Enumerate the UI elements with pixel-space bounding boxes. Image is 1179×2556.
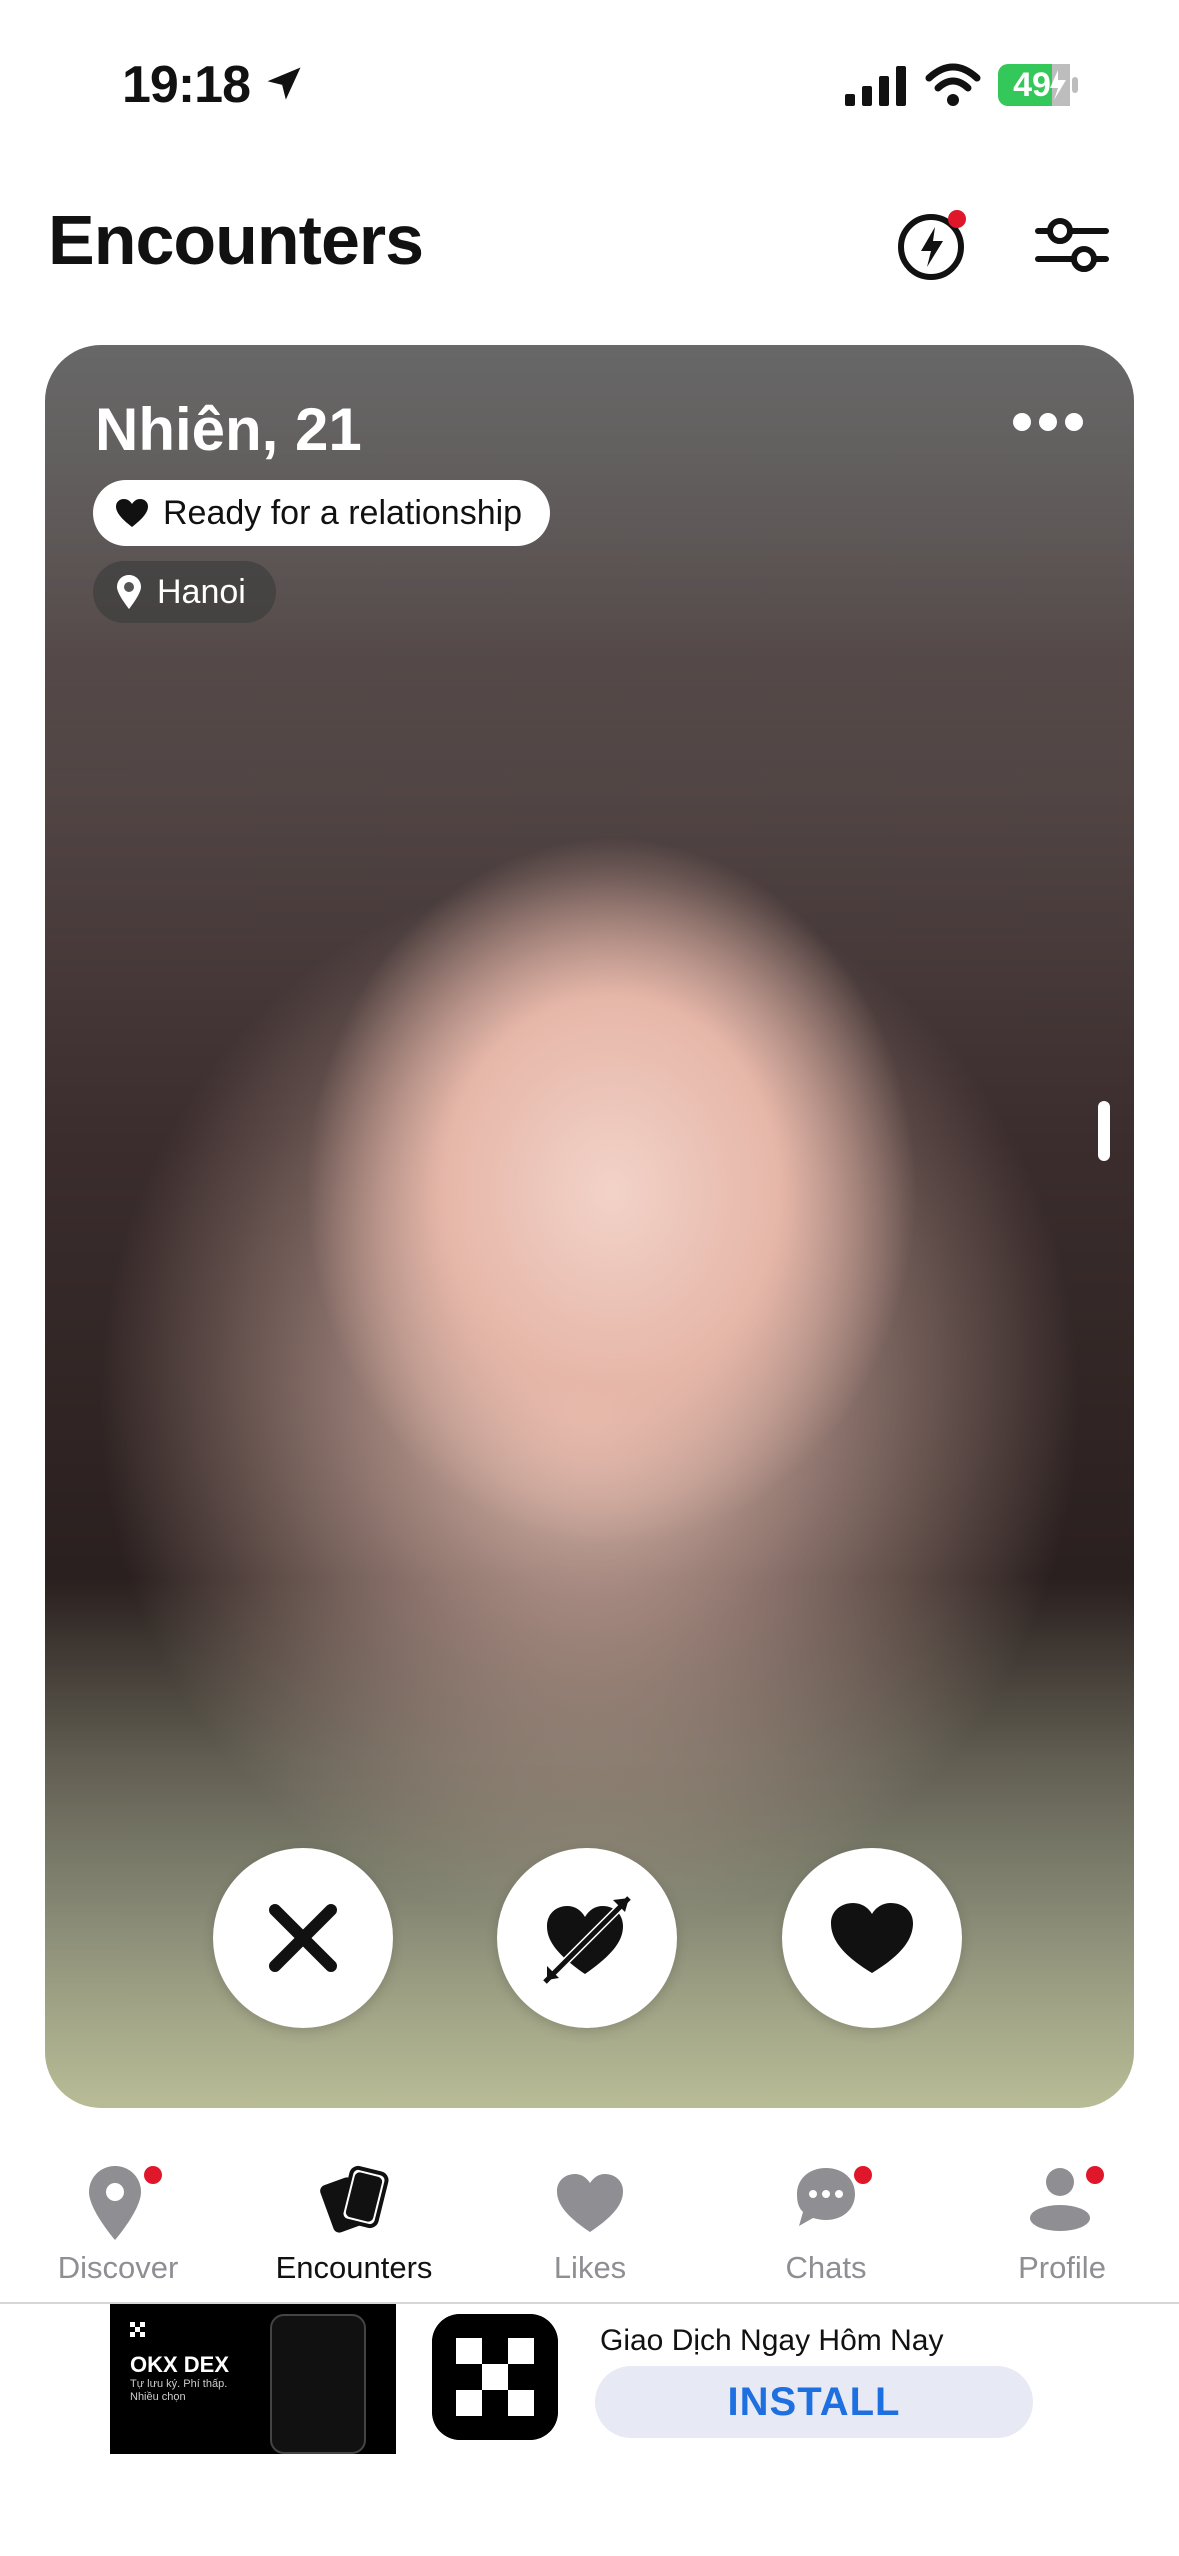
relationship-badge: Ready for a relationship [93, 480, 551, 546]
tab-label: Discover [57, 2250, 179, 2285]
cards-icon [320, 2165, 389, 2233]
wifi-icon [925, 63, 981, 106]
discover-pin-icon [89, 2166, 141, 2240]
location-badge: Hanoi [93, 561, 276, 623]
ad-phone-mockup [270, 2314, 366, 2454]
tab-label: Encounters [275, 2250, 433, 2285]
photo-scroll-indicator [1098, 1101, 1110, 1161]
filter-sliders-icon[interactable] [1032, 205, 1112, 285]
status-time: 19:18 [122, 56, 251, 114]
heart-icon [831, 1903, 913, 1973]
ad-banner-image[interactable]: OKX DEX Tự lưu ký. Phí thấp. Nhiều chọn [110, 2304, 396, 2454]
tab-likes[interactable]: Likes [472, 2140, 708, 2302]
chats-notification-dot [854, 2166, 872, 2184]
crush-button[interactable] [497, 1848, 677, 2028]
tab-encounters[interactable]: Encounters [236, 2140, 472, 2302]
okx-app-icon[interactable] [432, 2314, 558, 2440]
relationship-label: Ready for a relationship [163, 493, 523, 532]
page-title: Encounters [48, 201, 424, 279]
heart-icon [116, 499, 148, 527]
chat-bubble-icon [797, 2168, 855, 2226]
okx-logo-icon [130, 2322, 145, 2337]
profile-card[interactable]: Nhiên, 21 Ready for a relationship Hanoi [45, 345, 1134, 2108]
location-arrow-icon [267, 67, 301, 100]
location-label: Hanoi [157, 572, 246, 611]
like-button[interactable] [782, 1848, 962, 2028]
pass-button[interactable] [213, 1848, 393, 2028]
tab-label: Profile [1018, 2250, 1106, 2285]
tab-chats[interactable]: Chats [708, 2140, 944, 2302]
heart-icon [557, 2174, 623, 2232]
tab-label: Chats [785, 2250, 867, 2285]
tab-label: Likes [553, 2250, 627, 2285]
tab-profile[interactable]: Profile [944, 2140, 1179, 2302]
discover-notification-dot [144, 2166, 162, 2184]
ad-tagline: Tự lưu ký. Phí thấp. Nhiều chọn [130, 2378, 228, 2403]
heart-arrow-icon [542, 1895, 632, 1985]
more-options-icon[interactable] [1010, 407, 1086, 437]
cellular-signal-icon [845, 66, 906, 106]
bottom-tab-bar: Discover Encounters Likes Chats Profile [0, 2140, 1179, 2302]
profile-name-age: Nhiên, 21 [95, 396, 362, 463]
ad-headline: Giao Dịch Ngay Hôm Nay [600, 2324, 944, 2357]
close-icon [269, 1904, 337, 1972]
boost-lightning-icon[interactable] [895, 205, 975, 285]
install-button[interactable]: INSTALL [595, 2366, 1033, 2438]
battery-level: 49 [1013, 66, 1051, 104]
profile-notification-dot [1086, 2166, 1104, 2184]
tab-discover[interactable]: Discover [0, 2140, 236, 2302]
ad-brand: OKX DEX [130, 2352, 230, 2377]
location-pin-icon [117, 575, 141, 609]
